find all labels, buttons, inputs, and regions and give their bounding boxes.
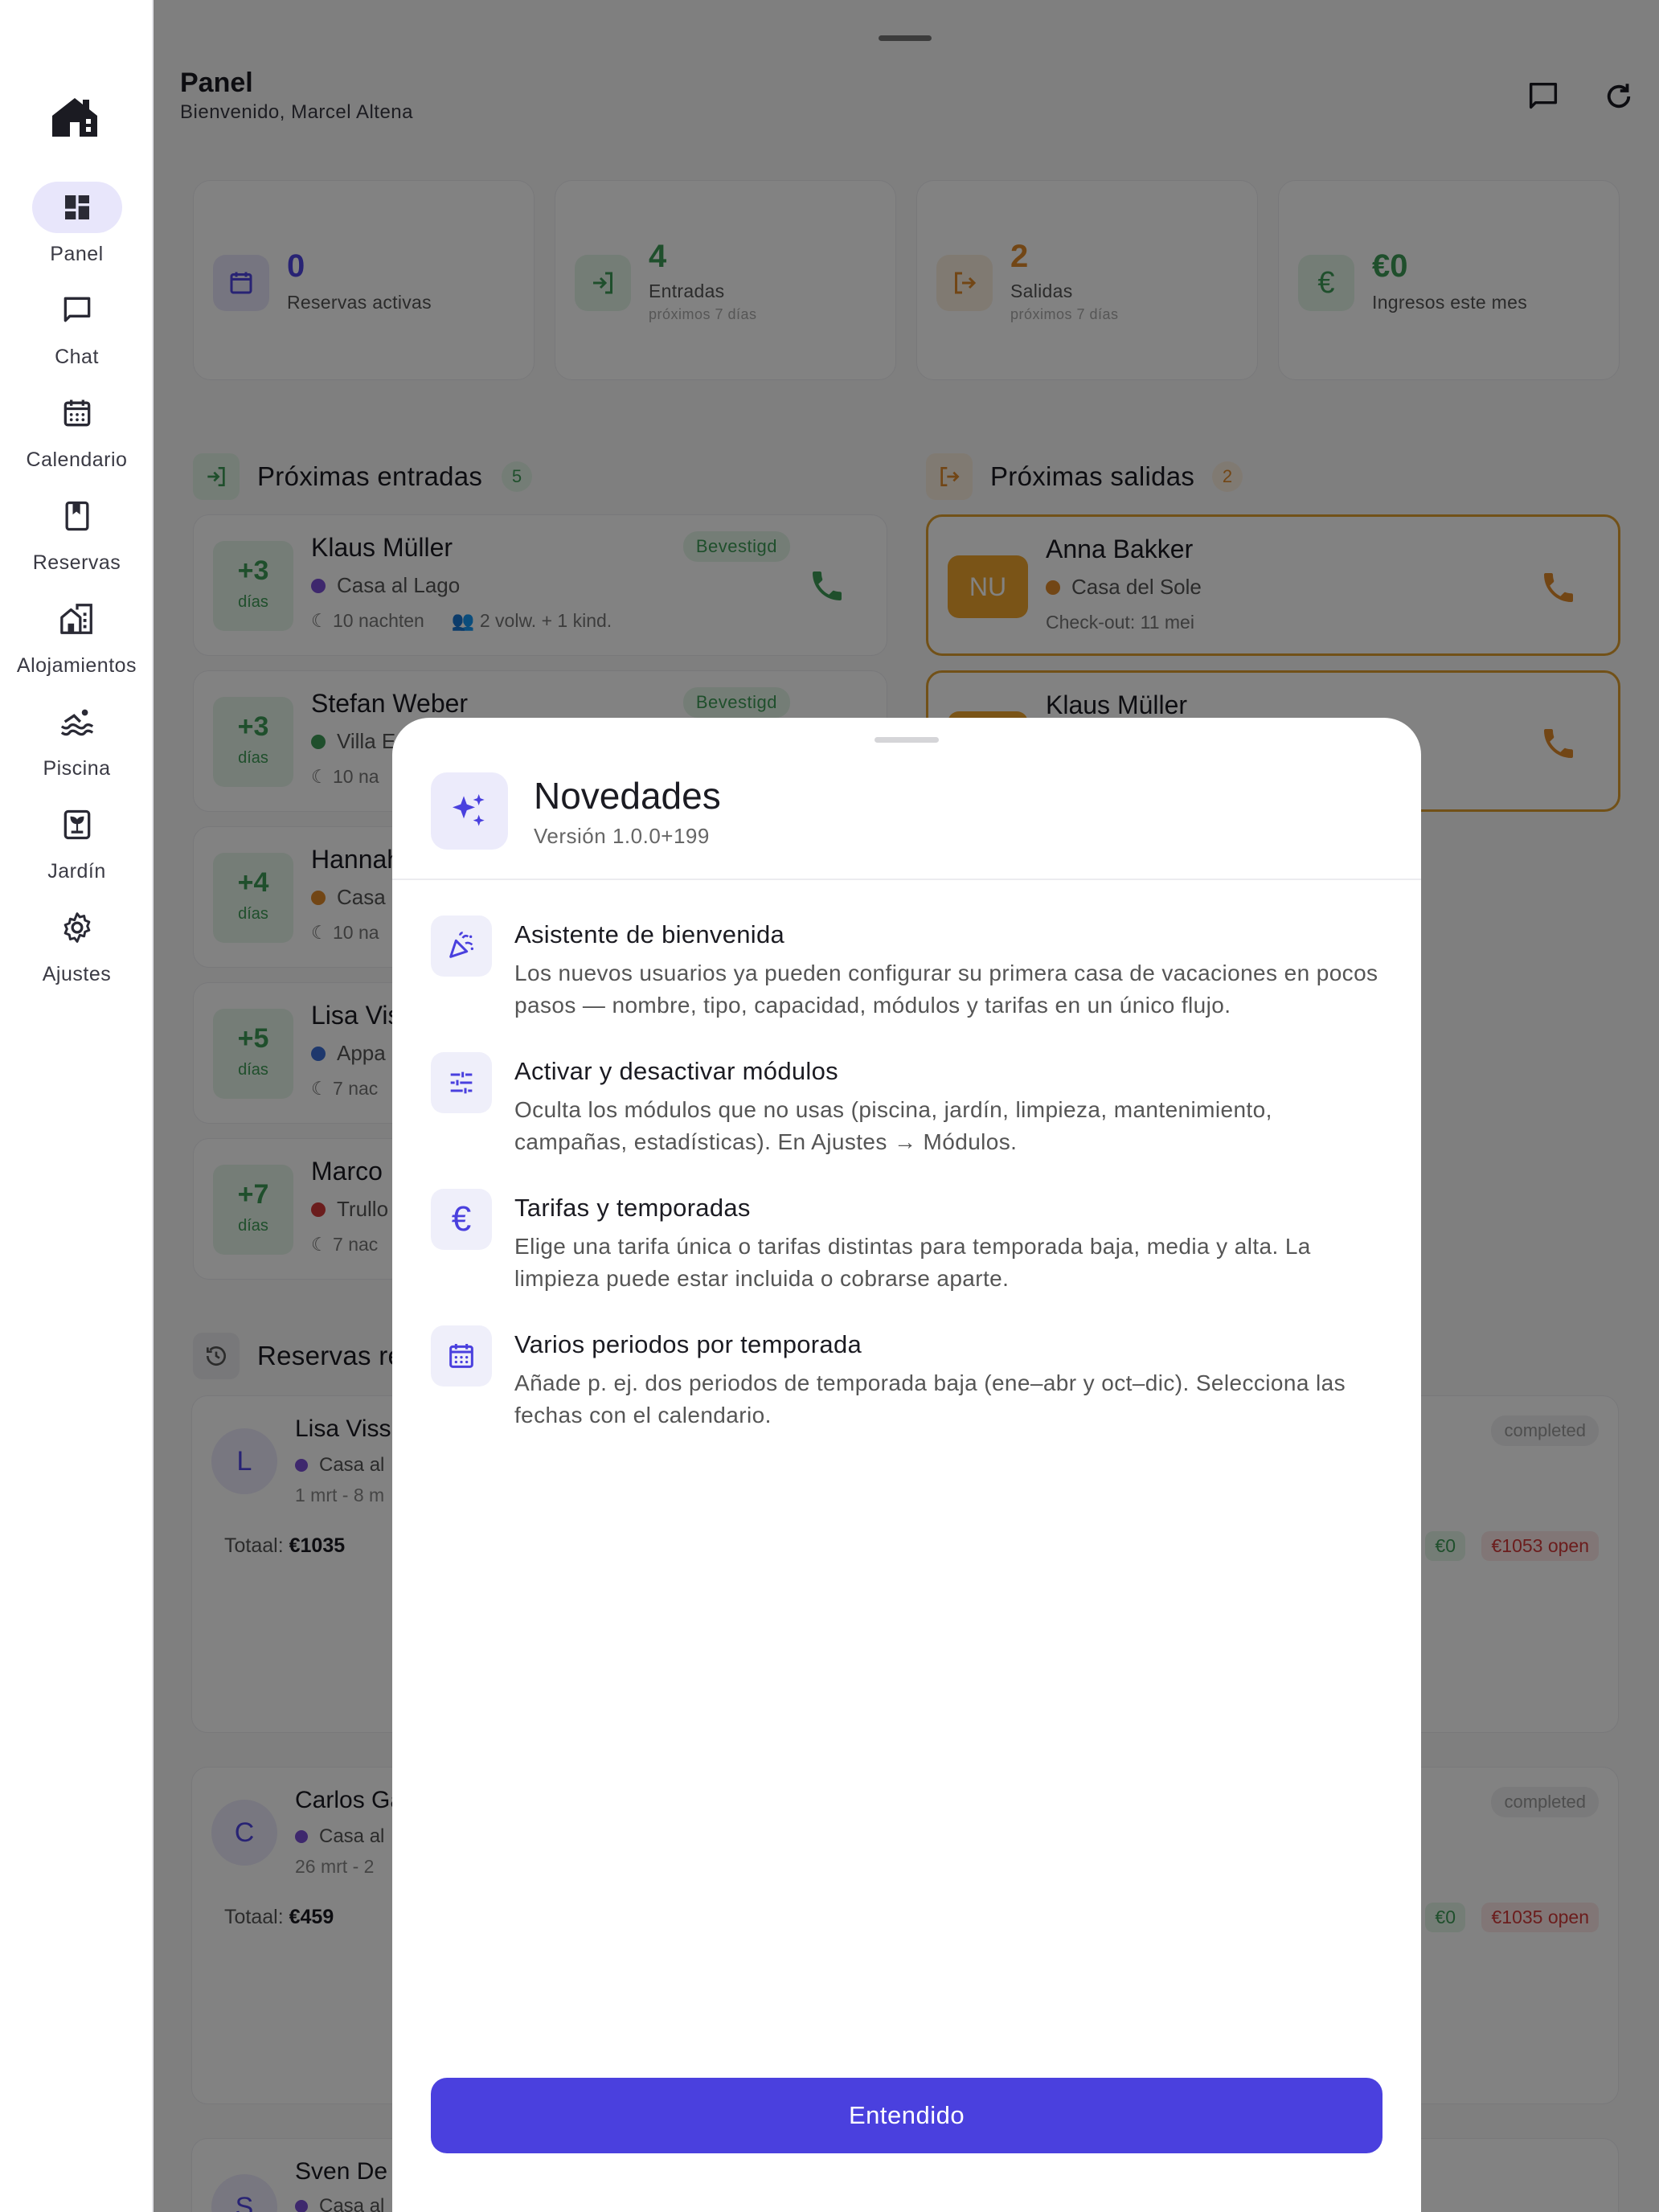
sidebar-item-jardin[interactable]: Jardín — [0, 799, 154, 883]
sidebar-item-ajustes[interactable]: Ajustes — [0, 902, 154, 986]
sidebar-item-label: Ajustes — [42, 963, 112, 985]
confirm-button[interactable]: Entendido — [431, 2078, 1382, 2153]
bookmark-icon — [32, 490, 122, 542]
chat-icon — [32, 285, 122, 336]
euro-icon: € — [431, 1189, 492, 1250]
sidebar-item-label: Piscina — [43, 757, 111, 780]
divider — [392, 879, 1421, 880]
sliders-icon — [431, 1052, 492, 1113]
sidebar-item-chat[interactable]: Chat — [0, 285, 154, 369]
feature-description: Añade p. ej. dos periodos de temporada b… — [514, 1370, 1346, 1428]
whats-new-sheet: Novedades Versión 1.0.0+199 Asistente de… — [392, 718, 1421, 2212]
sidebar-item-label: Calendario — [26, 449, 128, 471]
feature-title: Tarifas y temporadas — [514, 1194, 751, 1222]
sidebar-item-panel[interactable]: Panel — [0, 182, 154, 266]
sheet-title: Novedades — [534, 775, 721, 817]
sheet-drag-handle[interactable] — [875, 737, 939, 743]
sidebar-item-label: Alojamientos — [16, 654, 137, 677]
pool-icon — [32, 696, 122, 748]
sidebar-item-label: Reservas — [32, 551, 121, 574]
sidebar-item-label: Chat — [55, 346, 99, 368]
feature-title: Varios periodos por temporada — [514, 1330, 862, 1358]
sidebar-item-calendario[interactable]: Calendario — [0, 387, 154, 472]
buildings-icon — [32, 593, 122, 645]
app: Panel Chat Calendario Reservas Alojamien — [0, 0, 1659, 2212]
calendar-icon — [431, 1325, 492, 1387]
house-logo-icon — [51, 95, 102, 138]
sidebar-item-reservas[interactable]: Reservas — [0, 490, 154, 575]
sidebar: Panel Chat Calendario Reservas Alojamien — [0, 0, 154, 2212]
sidebar-item-alojamientos[interactable]: Alojamientos — [0, 593, 154, 678]
feature-description: Oculta los módulos que no usas (piscina,… — [514, 1097, 1272, 1154]
gear-icon — [32, 902, 122, 953]
version-label: Versión 1.0.0+199 — [534, 824, 710, 848]
feature-description: Los nuevos usuarios ya pueden configurar… — [514, 961, 1378, 1018]
feature-description: Elige una tarifa única o tarifas distint… — [514, 1234, 1311, 1291]
sidebar-item-label: Jardín — [47, 860, 106, 883]
feature-title: Activar y desactivar módulos — [514, 1057, 838, 1085]
sidebar-item-label: Panel — [50, 243, 104, 265]
sparkles-icon — [431, 772, 508, 850]
dashboard-icon — [31, 182, 122, 233]
feature-title: Asistente de bienvenida — [514, 920, 785, 948]
garden-icon — [32, 799, 122, 850]
party-popper-icon — [431, 916, 492, 977]
sidebar-item-piscina[interactable]: Piscina — [0, 696, 154, 780]
calendar-icon — [32, 387, 122, 439]
